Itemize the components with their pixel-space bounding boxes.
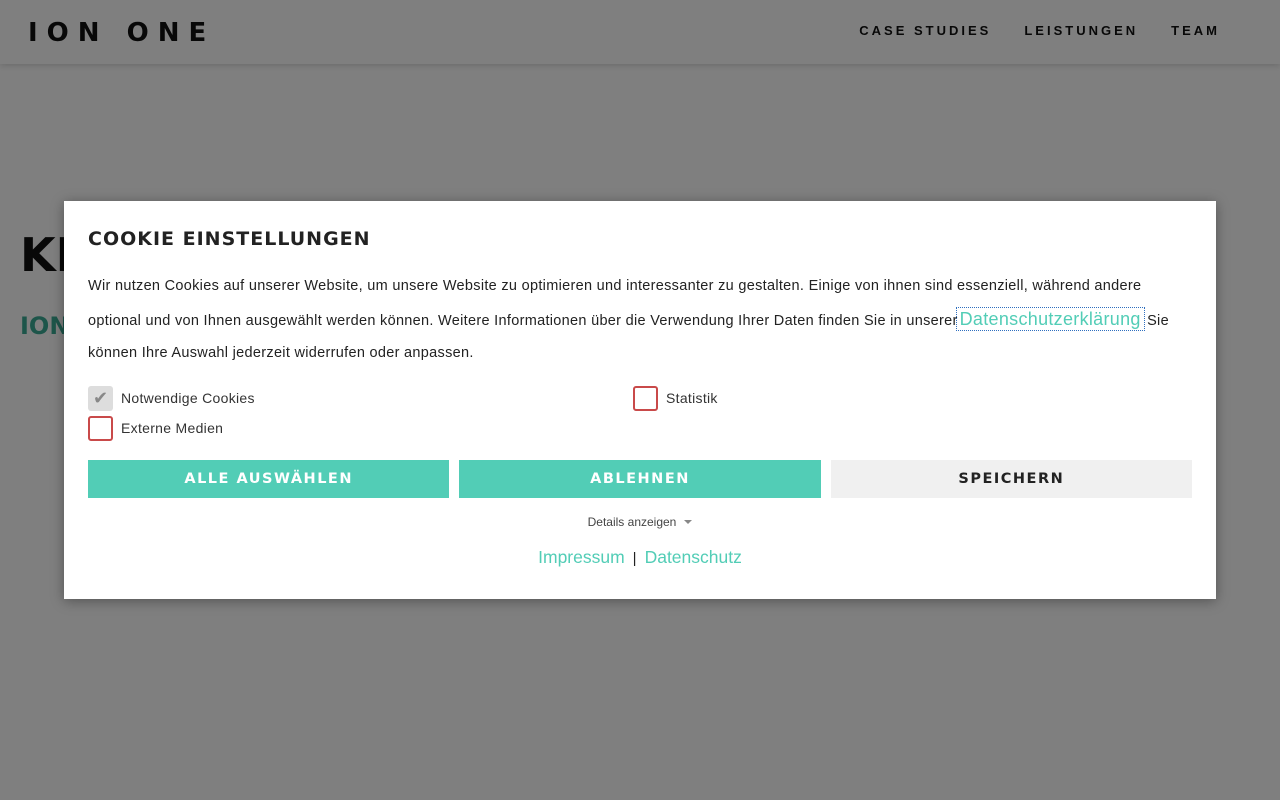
details-label: Details anzeigen: [587, 514, 677, 529]
chevron-down-icon: [684, 520, 693, 525]
checkbox-necessary-label: Notwendige Cookies: [121, 390, 255, 406]
checkbox-external-media[interactable]: Externe Medien: [88, 415, 224, 441]
link-separator: |: [632, 549, 637, 567]
imprint-link[interactable]: Impressum: [538, 547, 625, 567]
checkbox-statistics[interactable]: Statistik: [633, 385, 718, 411]
checkbox-statistics-label: Statistik: [666, 390, 718, 406]
checkbox-external-media-label: Externe Medien: [121, 420, 224, 436]
select-all-button[interactable]: ALLE AUSWÄHLEN: [88, 459, 450, 498]
modal-buttons: ALLE AUSWÄHLEN ABLEHNEN SPEICHERN: [88, 459, 1192, 498]
check-icon: ✔: [92, 387, 109, 408]
save-button[interactable]: SPEICHERN: [830, 459, 1192, 498]
cookie-options: ✔ Notwendige Cookies Statistik Externe M…: [88, 385, 1192, 446]
privacy-link[interactable]: Datenschutz: [645, 547, 742, 567]
checkbox-necessary[interactable]: ✔ Notwendige Cookies: [88, 385, 255, 411]
decline-button[interactable]: ABLEHNEN: [459, 459, 821, 498]
checkbox-external-media-box[interactable]: [88, 415, 113, 441]
checkbox-necessary-box[interactable]: ✔: [88, 385, 113, 411]
cookie-modal: COOKIE EINSTELLUNGEN Wir nutzen Cookies …: [64, 201, 1216, 599]
modal-description: Wir nutzen Cookies auf unserer Website, …: [88, 270, 1198, 370]
modal-title: COOKIE EINSTELLUNGEN: [88, 228, 371, 250]
details-toggle[interactable]: Details anzeigen: [88, 515, 1192, 529]
checkbox-statistics-box[interactable]: [633, 385, 658, 411]
privacy-policy-link[interactable]: Datenschutzerklärung: [955, 306, 1145, 331]
modal-footer-links: Impressum | Datenschutz: [88, 547, 1192, 568]
